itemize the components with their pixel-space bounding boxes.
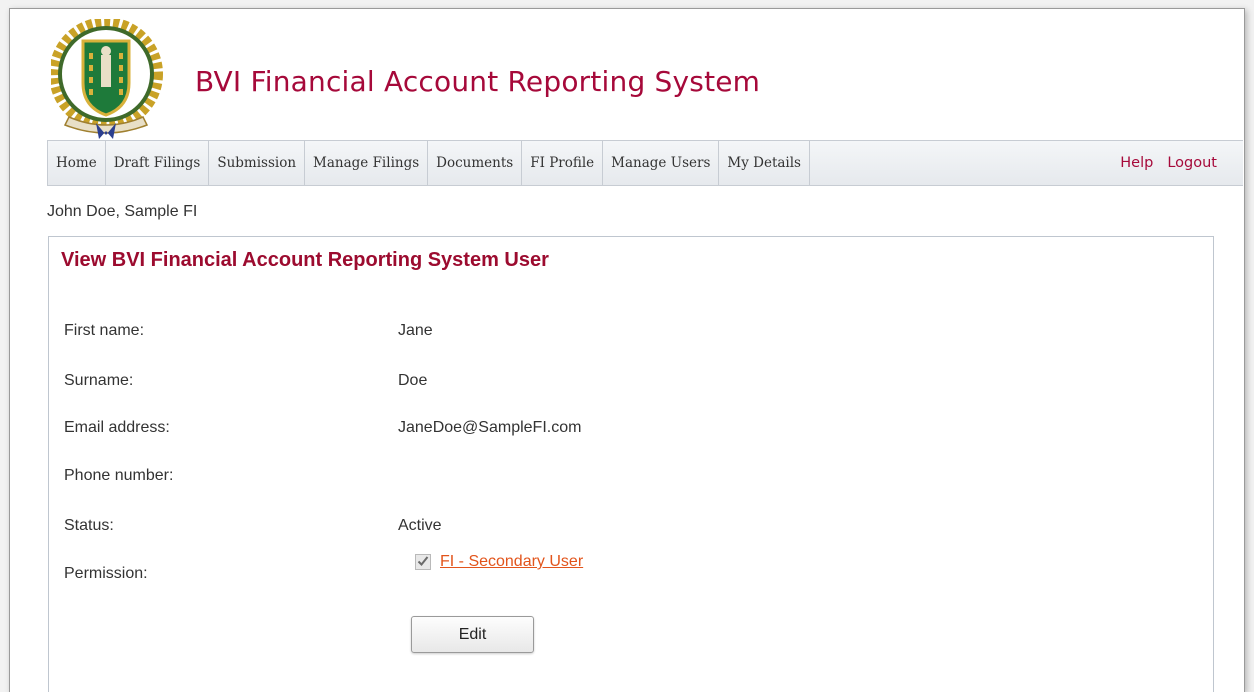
checkmark-icon xyxy=(417,556,429,566)
surname-value: Doe xyxy=(398,372,428,389)
first-name-label: First name: xyxy=(64,322,145,339)
nav-item-documents[interactable]: Documents xyxy=(427,141,521,185)
phone-label: Phone number: xyxy=(64,467,174,484)
nav-item-manage-users[interactable]: Manage Users xyxy=(602,141,718,185)
first-name-value: Jane xyxy=(398,322,433,339)
nav-utility-links: Help Logout xyxy=(1120,141,1217,185)
nav-item-home[interactable]: Home xyxy=(47,141,105,185)
panel-title: View BVI Financial Account Reporting Sys… xyxy=(61,249,549,271)
permission-checkbox[interactable] xyxy=(415,554,431,570)
surname-label: Surname: xyxy=(64,372,134,389)
nav-item-manage-filings[interactable]: Manage Filings xyxy=(304,141,427,185)
status-label: Status: xyxy=(64,517,114,534)
nav-item-fi-profile[interactable]: FI Profile xyxy=(521,141,602,185)
main-navigation: Home Draft Filings Submission Manage Fil… xyxy=(47,140,1243,186)
email-label: Email address: xyxy=(64,419,170,436)
logout-link[interactable]: Logout xyxy=(1167,141,1217,185)
permission-label: Permission: xyxy=(64,565,148,582)
permission-option: FI - Secondary User xyxy=(415,553,583,571)
header: BVI Financial Account Reporting System xyxy=(10,9,1244,139)
edit-button[interactable]: Edit xyxy=(411,616,534,653)
permission-link[interactable]: FI - Secondary User xyxy=(440,553,583,571)
nav-menu: Home Draft Filings Submission Manage Fil… xyxy=(47,141,810,185)
user-details-panel: View BVI Financial Account Reporting Sys… xyxy=(48,236,1214,692)
email-value: JaneDoe@SampleFI.com xyxy=(398,419,582,436)
browser-window: BVI Financial Account Reporting System H… xyxy=(9,8,1245,692)
phone-row: Phone number: xyxy=(49,467,1213,491)
surname-row: Surname: Doe xyxy=(49,372,1213,396)
bvi-coat-of-arms-icon xyxy=(49,17,166,141)
status-row: Status: Active xyxy=(49,517,1213,541)
help-link[interactable]: Help xyxy=(1120,141,1153,185)
permission-row: Permission: xyxy=(49,565,1213,589)
status-value: Active xyxy=(398,517,442,534)
email-row: Email address: JaneDoe@SampleFI.com xyxy=(49,419,1213,443)
nav-item-my-details[interactable]: My Details xyxy=(718,141,810,185)
nav-item-draft-filings[interactable]: Draft Filings xyxy=(104,141,209,185)
current-user-label: John Doe, Sample FI xyxy=(47,203,198,220)
first-name-row: First name: Jane xyxy=(49,322,1213,346)
app-title: BVI Financial Account Reporting System xyxy=(195,65,761,98)
nav-item-submission[interactable]: Submission xyxy=(208,141,304,185)
